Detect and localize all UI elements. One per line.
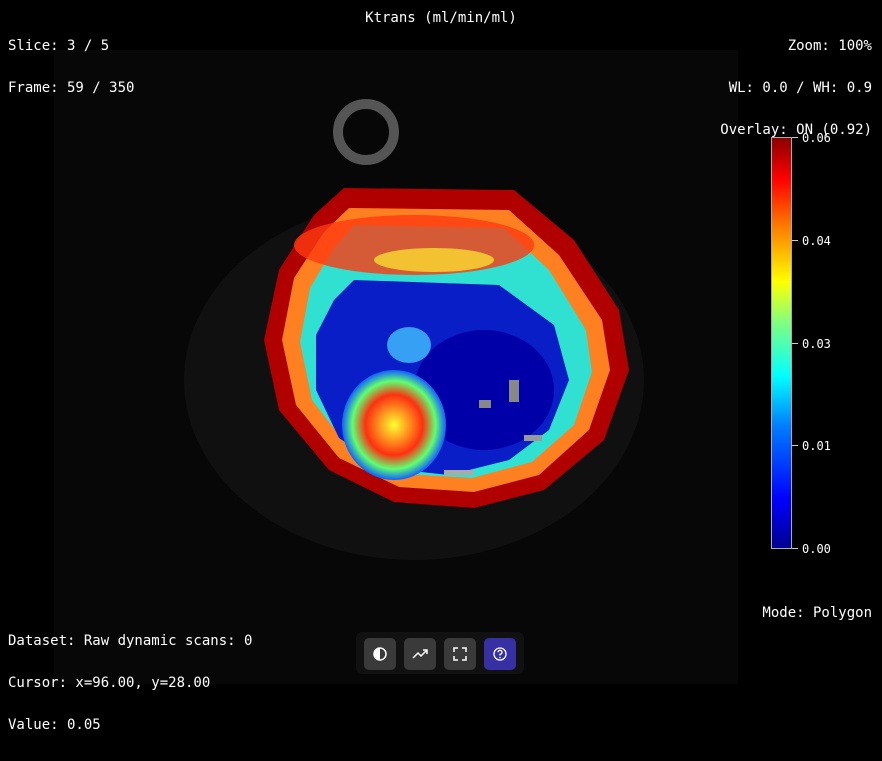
colorbar-tick <box>792 343 798 344</box>
colorbar-tick <box>792 445 798 446</box>
display-info: Zoom: 100% WL: 0.0 / WH: 0.9 Overlay: ON… <box>720 11 872 165</box>
toolbar <box>356 632 524 674</box>
colorbar-label-min: 0.00 <box>802 542 831 556</box>
slice-label: Slice: 3 / 5 <box>8 38 110 54</box>
colorbar-tick <box>792 240 798 241</box>
overlay-status-label: Overlay: ON (0.92) <box>720 122 872 138</box>
help-button[interactable] <box>484 638 516 670</box>
frame-label: Frame: 59 / 350 <box>8 80 135 96</box>
colorbar-tick <box>792 548 798 549</box>
trend-icon <box>412 649 428 659</box>
colorbar-label: 0.04 <box>802 234 831 248</box>
trend-button[interactable] <box>404 638 436 670</box>
colorbar-label-max: 0.06 <box>802 131 831 145</box>
fullscreen-icon <box>453 647 467 661</box>
ktrans-overlay <box>184 99 644 560</box>
value-label: Value: 0.05 <box>8 717 101 733</box>
cursor-info: Dataset: Raw dynamic scans: 0 Cursor: x=… <box>8 606 252 760</box>
zoom-label: Zoom: 100% <box>787 38 872 54</box>
colorbar-label: 0.03 <box>802 337 831 351</box>
help-icon <box>493 647 507 661</box>
fullscreen-button[interactable] <box>444 638 476 670</box>
dataset-label: Dataset: Raw dynamic scans: 0 <box>8 633 253 649</box>
colorbar-label: 0.01 <box>802 439 831 453</box>
colorbar <box>771 137 792 549</box>
slice-frame-info: Slice: 3 / 5 Frame: 59 / 350 <box>8 11 134 123</box>
colorbar-tick <box>792 137 798 138</box>
contrast-button[interactable] <box>364 638 396 670</box>
cursor-label: Cursor: x=96.00, y=28.00 <box>8 675 211 691</box>
image-viewer[interactable]: Slice: 3 / 5 Frame: 59 / 350 Ktrans (ml/… <box>0 0 882 732</box>
contrast-icon <box>373 647 387 661</box>
mode-label: Mode: Polygon <box>762 605 872 621</box>
window-level-label: WL: 0.0 / WH: 0.9 <box>728 80 872 96</box>
mri-image[interactable] <box>54 50 738 684</box>
